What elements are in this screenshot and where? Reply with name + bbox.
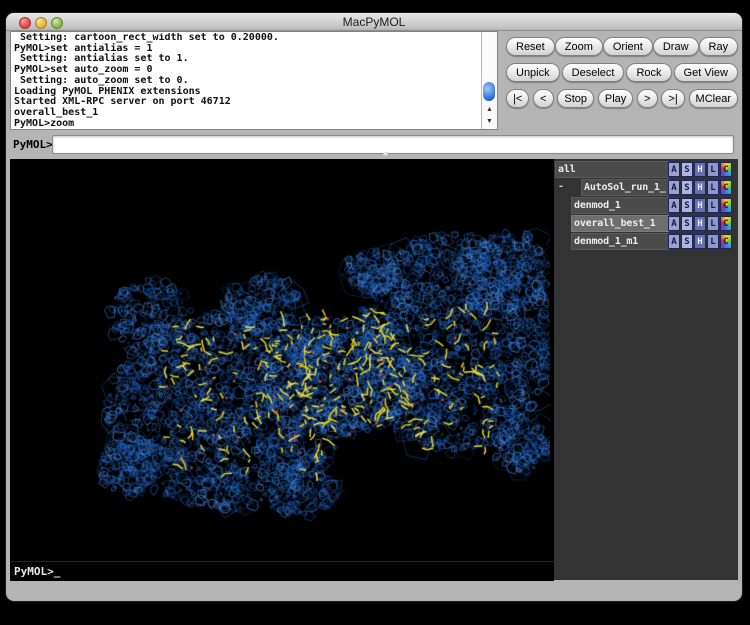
ashlc-button-group: ASHLC — [668, 162, 732, 177]
object-control-panel: allASHLC-AutoSol_run_1_ASHLCdenmod_1ASHL… — [554, 159, 738, 580]
toolbar-row-3: |<<StopPlay>>| MClear — [506, 88, 738, 109]
object-name-label[interactable]: overall_best_1 — [571, 215, 669, 232]
get-view-button[interactable]: Get View — [674, 63, 738, 82]
object-name-label[interactable]: AutoSol_run_1_ — [581, 179, 669, 196]
action-menu-button[interactable]: A — [668, 162, 680, 177]
ashlc-button-group: ASHLC — [668, 180, 732, 195]
density-mesh-canvas[interactable] — [10, 159, 550, 580]
hide-menu-button[interactable]: H — [694, 198, 706, 213]
macpymol-window: MacPyMOL Setting: cartoon_rect_width set… — [6, 13, 742, 601]
viewport-prompt-bar[interactable]: PyMOL>_ — [10, 561, 554, 581]
window-title: MacPyMOL — [6, 15, 742, 29]
collapse-toggle-icon[interactable]: - — [558, 181, 564, 192]
label-menu-button[interactable]: L — [707, 198, 719, 213]
unpick-button[interactable]: Unpick — [506, 63, 560, 82]
action-menu-button[interactable]: A — [668, 216, 680, 231]
action-menu-button[interactable]: A — [668, 198, 680, 213]
label-menu-button[interactable]: L — [707, 234, 719, 249]
hide-menu-button[interactable]: H — [694, 216, 706, 231]
color-menu-button[interactable]: C — [720, 180, 732, 195]
label-menu-button[interactable]: L — [707, 180, 719, 195]
color-menu-button[interactable]: C — [720, 234, 732, 249]
command-prompt-label: PyMOL> — [13, 138, 53, 151]
ashlc-button-group: ASHLC — [668, 234, 732, 249]
splitter-dimple[interactable] — [383, 152, 389, 157]
object-name-label[interactable]: denmod_1_m1 — [571, 233, 669, 250]
movie-play-button[interactable]: Play — [598, 89, 633, 108]
rock-button[interactable]: Rock — [626, 63, 671, 82]
hide-menu-button[interactable]: H — [694, 162, 706, 177]
label-menu-button[interactable]: L — [707, 216, 719, 231]
movie-first-button[interactable]: |< — [506, 89, 529, 108]
console-log[interactable]: Setting: cartoon_rect_width set to 0.200… — [10, 31, 498, 130]
scroll-up-arrow-icon[interactable]: ▲ — [482, 104, 497, 116]
show-menu-button[interactable]: S — [681, 162, 693, 177]
reset-button[interactable]: Reset — [506, 37, 555, 56]
zoom-button[interactable]: Zoom — [555, 37, 603, 56]
action-menu-button[interactable]: A — [668, 180, 680, 195]
show-menu-button[interactable]: S — [681, 198, 693, 213]
show-menu-button[interactable]: S — [681, 180, 693, 195]
movie-forward-button[interactable]: > — [637, 89, 657, 108]
action-menu-button[interactable]: A — [668, 234, 680, 249]
toolbar-row-2: UnpickDeselectRockGet View — [506, 62, 738, 83]
viewport-prompt: PyMOL>_ — [14, 565, 60, 578]
object-row-autosol-run-1[interactable]: - AutoSol_run_1_ASHLC — [554, 179, 738, 196]
scrollbar-thumb[interactable] — [483, 82, 495, 101]
color-menu-button[interactable]: C — [720, 198, 732, 213]
draw-button[interactable]: Draw — [653, 37, 699, 56]
object-list: allASHLC-AutoSol_run_1_ASHLCdenmod_1ASHL… — [554, 161, 738, 251]
mclear-button[interactable]: MClear — [689, 89, 738, 108]
console-text: Setting: cartoon_rect_width set to 0.200… — [14, 33, 481, 128]
object-name-label[interactable]: denmod_1 — [571, 197, 669, 214]
object-row-denmod-1[interactable]: denmod_1ASHLC — [554, 197, 738, 214]
ray-button[interactable]: Ray — [699, 37, 739, 56]
ashlc-button-group: ASHLC — [668, 198, 732, 213]
color-menu-button[interactable]: C — [720, 162, 732, 177]
object-row-denmod-1-m1[interactable]: denmod_1_m1ASHLC — [554, 233, 738, 250]
viewport-3d[interactable]: allASHLC-AutoSol_run_1_ASHLCdenmod_1ASHL… — [10, 159, 738, 580]
scroll-down-arrow-icon[interactable]: ▼ — [482, 116, 497, 128]
title-bar[interactable]: MacPyMOL — [6, 13, 742, 31]
movie-back-button[interactable]: < — [533, 89, 553, 108]
orient-button[interactable]: Orient — [603, 37, 653, 56]
object-row-all[interactable]: allASHLC — [554, 161, 738, 178]
object-row-overall-best-1[interactable]: overall_best_1ASHLC — [554, 215, 738, 232]
show-menu-button[interactable]: S — [681, 234, 693, 249]
show-menu-button[interactable]: S — [681, 216, 693, 231]
toolbar-row-1: ResetZoomOrientDrawRay — [506, 36, 738, 57]
movie-stop-button[interactable]: Stop — [557, 89, 594, 108]
ashlc-button-group: ASHLC — [668, 216, 732, 231]
label-menu-button[interactable]: L — [707, 162, 719, 177]
deselect-button[interactable]: Deselect — [562, 63, 625, 82]
movie-last-button[interactable]: >| — [661, 89, 684, 108]
console-scrollbar[interactable]: ▲ ▼ — [481, 32, 497, 129]
command-input[interactable] — [52, 135, 734, 154]
hide-menu-button[interactable]: H — [694, 180, 706, 195]
color-menu-button[interactable]: C — [720, 216, 732, 231]
hide-menu-button[interactable]: H — [694, 234, 706, 249]
object-name-label[interactable]: all — [555, 161, 669, 178]
